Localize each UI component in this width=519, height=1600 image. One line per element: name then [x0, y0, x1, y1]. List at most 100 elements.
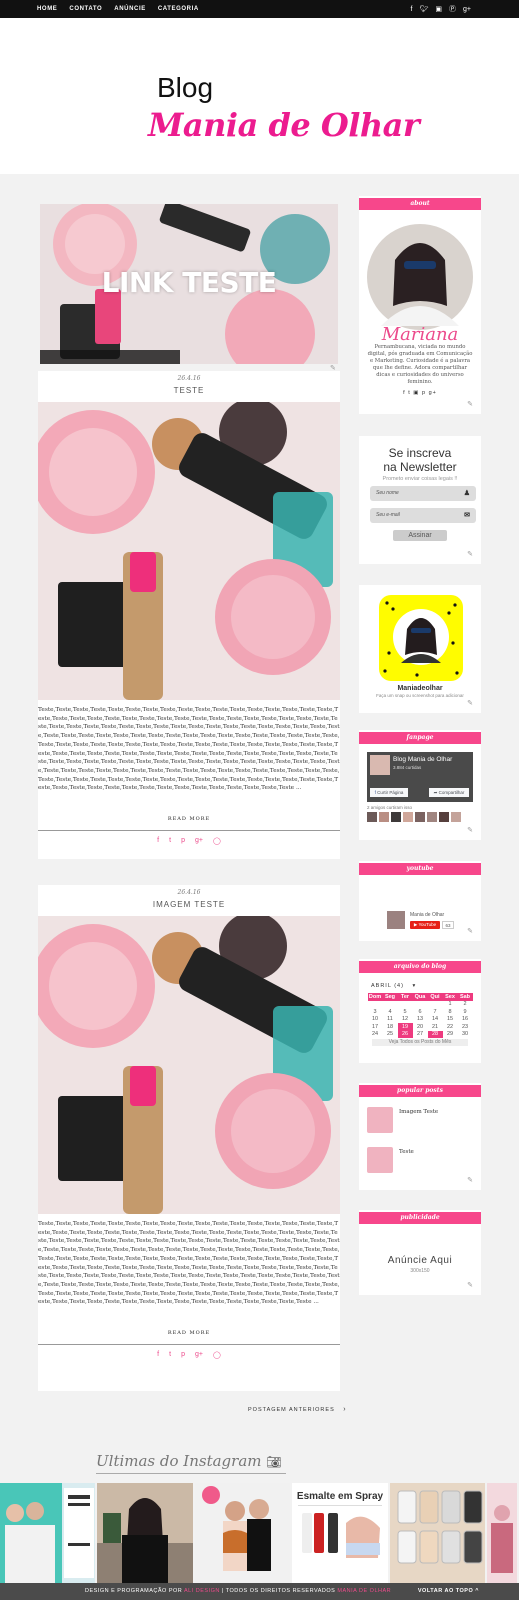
instagram-photo[interactable] — [97, 1483, 193, 1583]
widget-heading: youtube — [359, 863, 481, 875]
fanpage-widget: fanpage Blog Mania de Olhar 3.884 curtid… — [359, 730, 481, 840]
google-plus-icon[interactable]: g+ — [463, 6, 471, 13]
user-icon: ♟ — [463, 490, 470, 497]
youtube-subscribe-button[interactable]: ▶ YouTube — [410, 921, 440, 929]
subscribe-button[interactable]: Assinar — [393, 530, 447, 541]
calendar-day: 4 — [388, 1008, 392, 1015]
pinterest-icon[interactable]: Ⓟ — [449, 4, 456, 14]
snapchat-caption: Faça um snap ou screenshot para adiciona… — [376, 693, 464, 698]
instagram-photo[interactable] — [0, 1483, 96, 1583]
edit-icon[interactable]: ✎ — [467, 550, 473, 558]
calendar-day-with-post[interactable]: 19 — [397, 1023, 413, 1031]
popular-post-thumb[interactable] — [367, 1107, 393, 1133]
edit-icon[interactable]: ✎ — [467, 826, 473, 834]
edit-icon[interactable]: ✎ — [467, 1176, 473, 1184]
snapcode-image[interactable] — [359, 593, 481, 685]
nav-categoria[interactable]: CATEGORIA — [158, 6, 199, 12]
older-posts-label: POSTAGEM ANTERIORES — [248, 1407, 335, 1413]
post-title[interactable]: IMAGEM TESTE — [38, 900, 340, 909]
instagram-icon[interactable]: ▣ — [435, 5, 442, 13]
nav-contato[interactable]: CONTATO — [69, 6, 102, 12]
google-plus-icon[interactable]: g+ — [195, 1351, 203, 1359]
calendar-day-with-post[interactable]: 26 — [397, 1030, 413, 1038]
archive-month: ABRIL (4) — [371, 983, 404, 989]
instagram-photo[interactable]: Esmalte em Spray — [292, 1483, 388, 1583]
calendar-day: 22 — [446, 1023, 454, 1030]
calendar-table: Dom Seg Ter Qua Qui Sex Sab 1 2 3 4 5 6 … — [367, 993, 473, 1038]
instagram-photo[interactable] — [389, 1483, 486, 1583]
instagram-photo[interactable] — [194, 1483, 291, 1583]
pinterest-icon[interactable]: p — [181, 837, 185, 845]
calendar-day: 23 — [461, 1023, 469, 1030]
post-title[interactable]: TESTE — [38, 386, 340, 395]
archive-month-select[interactable]: ABRIL (4) ▾ — [371, 983, 481, 989]
day-header: Sab — [457, 993, 473, 1001]
facebook-icon[interactable]: f — [157, 837, 159, 845]
comment-icon[interactable]: ◯ — [213, 1351, 221, 1359]
archive-view-all-link[interactable]: Veja Todos os Posts do Mês — [372, 1039, 468, 1046]
nav-home[interactable]: HOME — [37, 6, 57, 12]
featured-link[interactable]: LINK TESTE — [40, 204, 338, 364]
post-image[interactable] — [38, 402, 340, 700]
edit-icon[interactable]: ✎ — [467, 1281, 473, 1289]
featured-title[interactable]: LINK TESTE — [40, 266, 338, 299]
calendar-day-with-post[interactable]: 28 — [427, 1030, 443, 1038]
edit-icon[interactable]: ✎ — [467, 927, 473, 935]
twitter-icon[interactable]: 🐦︎ — [420, 5, 429, 13]
post-card: 26.4.16 TESTE Teste,Teste,Teste,Teste,Te… — [38, 371, 340, 859]
edit-icon[interactable]: ✎ — [467, 400, 473, 408]
twitter-icon[interactable]: t — [169, 837, 171, 845]
day-header: Dom — [367, 993, 383, 1001]
fb-like-label: Curtir Página — [377, 790, 404, 795]
facebook-icon[interactable]: f — [157, 1351, 159, 1359]
calendar-day: 9 — [463, 1008, 467, 1015]
widget-heading: about — [359, 198, 481, 210]
share-bar: f t p g+ ◯ — [38, 837, 340, 845]
older-posts-link[interactable]: POSTAGEM ANTERIORES › — [248, 1406, 347, 1413]
blog-link[interactable]: MANIA DE OLHAR — [337, 1588, 391, 1594]
post-image[interactable] — [38, 916, 340, 1214]
calendar-day: 24 — [371, 1031, 379, 1038]
footer: DESIGN E PROGRAMAÇÃO POR ALI DESIGN | TO… — [0, 1583, 519, 1600]
designer-link[interactable]: ALI DESIGN — [184, 1588, 220, 1594]
ad-title[interactable]: Anúncie Aqui — [359, 1255, 481, 1266]
popular-post-thumb[interactable] — [367, 1147, 393, 1173]
instagram-icon[interactable]: ▣ — [413, 390, 419, 396]
back-to-top-button[interactable]: VOLTAR AO TOPO ^ — [418, 1588, 479, 1594]
instagram-photo-text: Esmalte em Spray — [297, 1491, 384, 1502]
email-placeholder: Seu e-mail — [376, 512, 400, 518]
calendar-header-row: Dom Seg Ter Qua Qui Sex Sab — [367, 993, 473, 1001]
name-input[interactable]: Seu nome ♟ — [370, 486, 476, 501]
google-plus-icon[interactable]: g+ — [195, 837, 203, 845]
read-more-link[interactable]: READ MORE — [38, 816, 340, 822]
pinterest-icon[interactable]: p — [181, 1351, 185, 1359]
fb-page-card[interactable]: Blog Mania de Olhar 3.884 curtidas f Cur… — [367, 752, 473, 802]
popular-post-title[interactable]: Teste — [399, 1149, 414, 1155]
name-placeholder: Seu nome — [376, 490, 399, 496]
read-more-link[interactable]: READ MORE — [38, 1330, 340, 1336]
instagram-underline — [96, 1473, 286, 1474]
nav-anuncie[interactable]: ANÚNCIE — [114, 6, 146, 12]
facebook-icon[interactable]: f — [411, 6, 413, 13]
twitter-icon[interactable]: t — [408, 390, 411, 396]
about-social: f t ▣ p g+ — [359, 390, 481, 396]
calendar-week: 3 4 5 6 7 8 9 — [368, 1008, 473, 1016]
logo-line-name[interactable]: Mania de Olhar — [148, 106, 420, 144]
facebook-icon[interactable]: f — [403, 390, 406, 396]
subscriber-count: 63 — [442, 921, 454, 929]
twitter-icon[interactable]: t — [169, 1351, 171, 1359]
edit-icon[interactable]: ✎ — [467, 699, 473, 707]
day-header: Ter — [397, 993, 413, 1001]
fb-friends-text: 2 amigos curtiram isso — [367, 805, 413, 810]
logo-line-blog[interactable]: Blog — [157, 72, 213, 104]
popular-post-title[interactable]: Imagem Teste — [399, 1109, 438, 1115]
fb-like-button[interactable]: f Curtir Página — [370, 788, 408, 797]
widget-heading: popular posts — [359, 1085, 481, 1097]
fb-share-button[interactable]: ➦ Compartilhar — [429, 788, 469, 797]
instagram-photo[interactable] — [487, 1483, 518, 1583]
email-input[interactable]: Seu e-mail ✉ — [370, 508, 476, 523]
google-plus-icon[interactable]: g+ — [429, 390, 437, 396]
pinterest-icon[interactable]: p — [422, 390, 426, 396]
share-icon: ➦ — [433, 790, 438, 795]
comment-icon[interactable]: ◯ — [213, 837, 221, 845]
